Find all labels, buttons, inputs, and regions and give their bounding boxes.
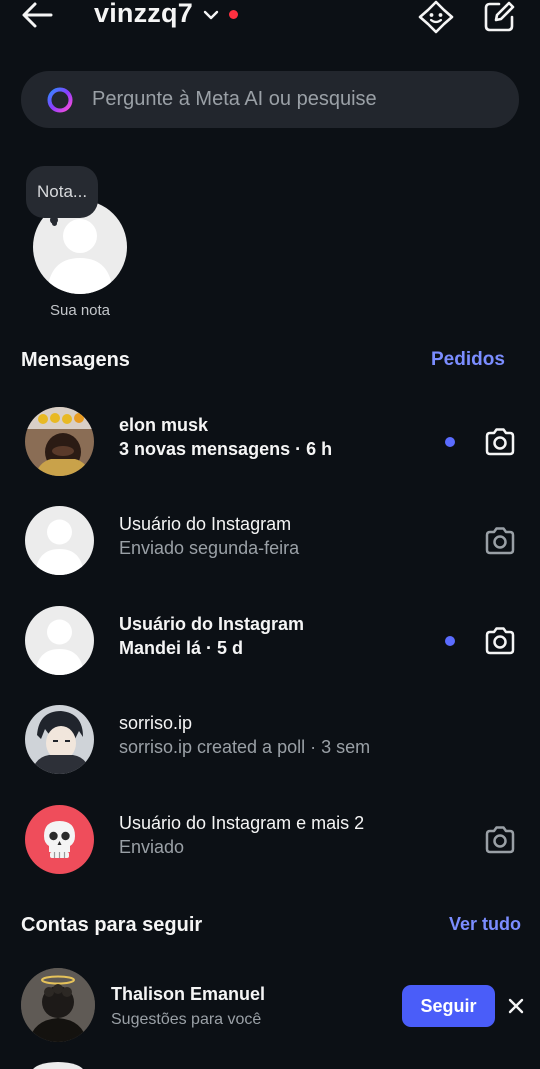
camera-icon[interactable] bbox=[484, 825, 516, 855]
thread-name: elon musk bbox=[119, 415, 209, 435]
thread-row[interactable]: Usuário do Instagram Mandei lá · 5 d bbox=[0, 606, 540, 706]
back-arrow-icon[interactable] bbox=[20, 0, 54, 32]
avatar[interactable] bbox=[25, 506, 94, 575]
thread-name: Usuário do Instagram e mais 2 bbox=[119, 813, 365, 833]
requests-link[interactable]: Pedidos bbox=[431, 349, 505, 371]
search-input[interactable] bbox=[92, 71, 502, 128]
note-bubble[interactable]: Nota... bbox=[26, 166, 99, 218]
thread-preview: Enviado segunda-feira bbox=[119, 538, 300, 558]
thread-row[interactable]: sorriso.ip sorriso.ip created a poll · 3… bbox=[0, 705, 540, 805]
unread-dot bbox=[445, 636, 455, 646]
avatar[interactable] bbox=[25, 606, 94, 675]
follow-button[interactable]: Seguir bbox=[402, 985, 495, 1027]
thread-preview: Enviado bbox=[119, 837, 185, 857]
account-username[interactable]: vinzzq7 bbox=[94, 0, 193, 29]
note-bubble-tail-small bbox=[52, 221, 57, 226]
meta-ai-icon[interactable] bbox=[418, 0, 454, 34]
thread-row[interactable]: Usuário do Instagram Enviado segunda-fei… bbox=[0, 506, 540, 606]
unread-dot bbox=[445, 437, 455, 447]
suggestion-row[interactable]: Thalison Emanuel Sugestões para você Seg… bbox=[0, 968, 540, 1044]
skull-emoji-icon[interactable] bbox=[25, 805, 94, 874]
camera-icon[interactable] bbox=[484, 526, 516, 556]
chevron-down-icon[interactable] bbox=[203, 8, 219, 26]
thread-name: Usuário do Instagram bbox=[119, 514, 292, 534]
note-label: Sua nota bbox=[49, 302, 111, 319]
camera-icon[interactable] bbox=[484, 427, 516, 457]
compose-icon[interactable] bbox=[482, 0, 516, 34]
avatar[interactable] bbox=[21, 968, 95, 1042]
next-suggestion-avatar bbox=[32, 1062, 84, 1069]
search-bar[interactable] bbox=[21, 71, 519, 128]
thread-preview: sorriso.ip created a poll · 3 sem bbox=[119, 737, 371, 757]
camera-icon[interactable] bbox=[484, 626, 516, 656]
thread-preview: Mandei lá · 5 d bbox=[119, 638, 244, 658]
suggestions-title: Contas para seguir bbox=[21, 914, 203, 936]
thread-name: sorriso.ip bbox=[119, 713, 193, 733]
suggestion-name: Thalison Emanuel bbox=[111, 984, 266, 1004]
note-section[interactable]: Nota... Sua nota bbox=[26, 166, 136, 326]
close-icon[interactable] bbox=[505, 995, 527, 1017]
notification-dot bbox=[229, 10, 238, 19]
messages-title: Mensagens bbox=[21, 349, 130, 371]
avatar[interactable] bbox=[25, 705, 94, 774]
thread-row[interactable]: Usuário do Instagram e mais 2 Enviado bbox=[0, 805, 540, 905]
avatar[interactable] bbox=[25, 407, 94, 476]
meta-ai-ring-icon bbox=[46, 86, 74, 119]
see-all-link[interactable]: Ver tudo bbox=[449, 914, 521, 935]
suggestion-subtitle: Sugestões para você bbox=[111, 1011, 262, 1028]
top-bar: vinzzq7 bbox=[0, 0, 540, 40]
thread-row[interactable]: elon musk 3 novas mensagens · 6 h bbox=[0, 407, 540, 507]
thread-preview: 3 novas mensagens · 6 h bbox=[119, 439, 333, 459]
thread-name: Usuário do Instagram bbox=[119, 614, 305, 634]
